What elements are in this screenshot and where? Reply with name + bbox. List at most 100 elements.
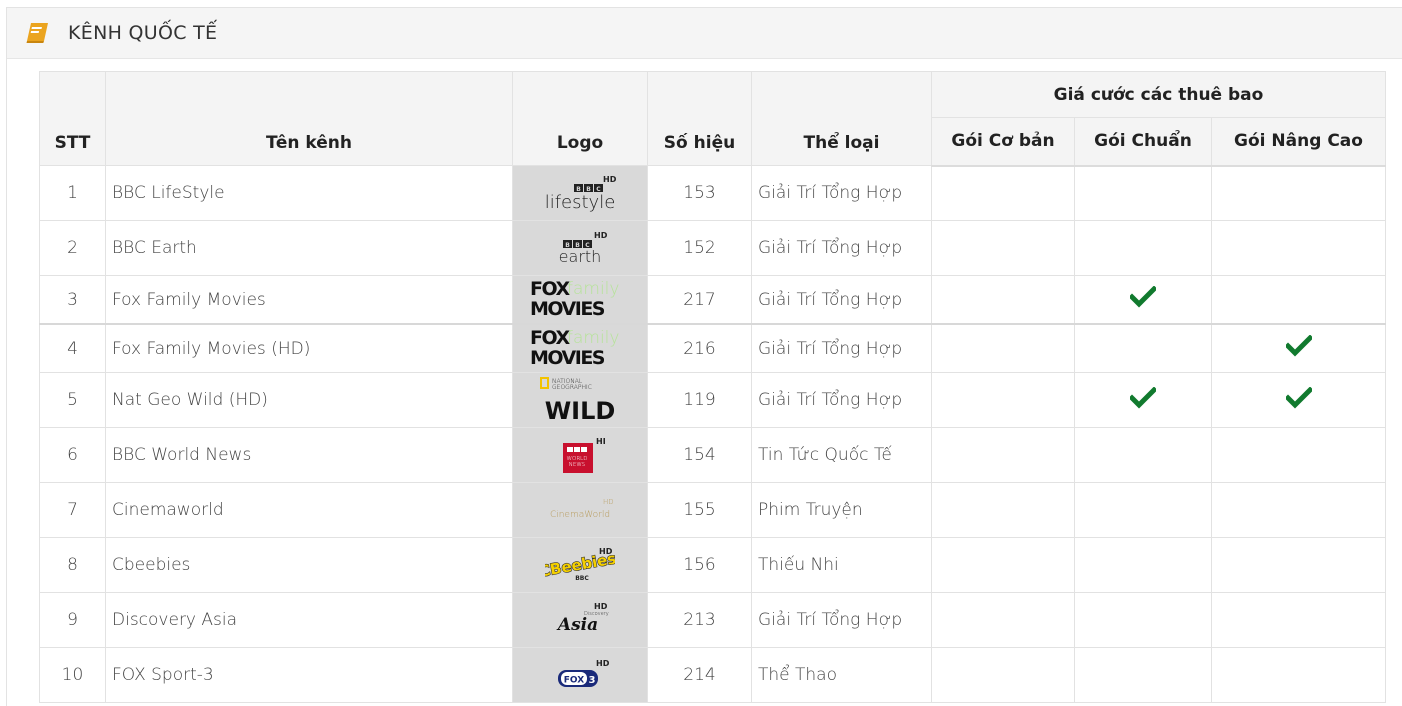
row-logo: HD FOX 3 [512,647,648,703]
svg-text:HD: HD [594,231,608,240]
svg-text:BBC: BBC [575,575,589,582]
svg-text:earth: earth [559,247,602,266]
panel-title: KÊNH QUỐC TẾ [68,22,218,44]
row-genre: Giải Trí Tổng Hợp [751,592,932,648]
row-channel-name: FOX Sport-3 [105,647,513,703]
svg-text:HD: HD [603,175,617,184]
row-channel-name: Discovery Asia [105,592,513,648]
check-icon [1285,335,1312,357]
table-row: 4 Fox Family Movies (HD) FOX family MOVI… [39,323,1386,373]
row-genre: Thiếu Nhi [751,537,932,593]
svg-text:Asia: Asia [556,615,598,635]
svg-text:MOVIES: MOVIES [530,298,605,319]
book-icon [26,23,48,43]
fox-sport-3-logo: HD FOX 3 [513,648,647,702]
row-basic-package [931,220,1075,276]
row-advanced-package [1211,323,1386,373]
row-channel-number: 152 [647,220,752,276]
row-advanced-package [1211,592,1386,648]
row-channel-number: 216 [647,323,752,373]
svg-text:FOX: FOX [530,327,570,349]
bbc-earth-logo: HD B B C earth [513,221,647,275]
row-channel-name: Cinemaworld [105,482,513,538]
table-row: 9 Discovery Asia HD Discovery Asia 213 G… [39,592,1386,648]
row-genre: Giải Trí Tổng Hợp [751,165,932,221]
row-logo: NATIONAL GEOGRAPHIC WILD [512,372,648,428]
row-standard-package [1074,165,1212,221]
row-advanced-package [1211,275,1386,325]
row-channel-number: 213 [647,592,752,648]
header-genre: Thể loại [751,71,932,166]
row-stt: 9 [39,592,106,648]
svg-text:HD: HD [596,437,605,446]
table-row: 8 Cbeebies HD CBeebies BBC 156 Thiếu Nhi [39,537,1386,593]
row-advanced-package [1211,537,1386,593]
svg-text:HD: HD [596,659,610,668]
svg-text:family: family [567,279,619,299]
row-channel-name: Fox Family Movies [105,275,513,325]
cinemaworld-logo: HD CinemaWorld [513,483,647,537]
row-channel-number: 119 [647,372,752,428]
header-logo: Logo [512,71,648,166]
row-basic-package [931,537,1075,593]
svg-text:CinemaWorld: CinemaWorld [550,510,610,520]
row-logo: FOX family MOVIES [512,323,648,373]
row-stt: 6 [39,427,106,483]
header-basic-package: Gói Cơ bản [931,117,1075,167]
row-channel-name: Nat Geo Wild (HD) [105,372,513,428]
row-genre: Tin Tức Quốc Tế [751,427,932,483]
row-advanced-package [1211,482,1386,538]
table-row: 2 BBC Earth HD B B C earth 152 Giải Trí … [39,220,1386,276]
svg-text:FOX: FOX [530,278,570,300]
row-channel-name: BBC Earth [105,220,513,276]
row-stt: 3 [39,275,106,325]
header-price-group: Giá cước các thuê bao [931,71,1386,118]
row-stt: 8 [39,537,106,593]
bbc-world-news-logo: HD WORLD NEWS [513,428,647,482]
panel-header: KÊNH QUỐC TẾ [7,8,1402,59]
row-logo: FOX family MOVIES [512,275,648,325]
row-basic-package [931,647,1075,703]
row-logo: HD CinemaWorld [512,482,648,538]
row-genre: Giải Trí Tổng Hợp [751,323,932,373]
row-genre: Giải Trí Tổng Hợp [751,372,932,428]
svg-text:HD: HD [603,498,614,506]
table-row: 10 FOX Sport-3 HD FOX 3 214 Thể Thao [39,647,1386,703]
bbc-lifestyle-logo: HD B B C lifestyle [513,166,647,220]
row-standard-package [1074,592,1212,648]
row-logo: HD B B C lifestyle [512,165,648,221]
header-standard-package: Gói Chuẩn [1074,117,1212,167]
row-advanced-package [1211,220,1386,276]
svg-text:FOX: FOX [564,676,584,686]
row-channel-number: 153 [647,165,752,221]
row-basic-package [931,592,1075,648]
check-icon [1130,286,1156,308]
channels-table: STT Tên kênh Logo Số hiệu Thể loại Giá c… [39,71,1386,703]
fox-family-movies-logo: FOX family MOVIES [513,275,647,322]
row-stt: 2 [39,220,106,276]
row-logo: HD WORLD NEWS [512,427,648,483]
header-advanced-package: Gói Nâng Cao [1211,117,1386,167]
row-advanced-package [1211,165,1386,221]
row-advanced-package [1211,647,1386,703]
svg-text:GEOGRAPHIC: GEOGRAPHIC [552,384,592,391]
row-stt: 4 [39,323,106,373]
fox-family-movies-logo: FOX family MOVIES [513,324,647,371]
header-channel-name: Tên kênh [105,71,513,166]
row-basic-package [931,427,1075,483]
nat-geo-wild-logo: NATIONAL GEOGRAPHIC WILD [513,372,647,426]
table-row: 7 Cinemaworld HD CinemaWorld 155 Phim Tr… [39,482,1386,538]
table-row: 3 Fox Family Movies FOX family MOVIES 21… [39,275,1386,325]
cbeebies-logo: HD CBeebies BBC [513,538,647,592]
svg-text:WILD: WILD [545,397,616,423]
row-advanced-package [1211,427,1386,483]
row-basic-package [931,372,1075,428]
row-genre: Thể Thao [751,647,932,703]
row-channel-name: Fox Family Movies (HD) [105,323,513,373]
row-channel-number: 217 [647,275,752,325]
row-channel-name: Cbeebies [105,537,513,593]
row-stt: 7 [39,482,106,538]
row-basic-package [931,275,1075,325]
row-logo: HD Discovery Asia [512,592,648,648]
row-logo: HD CBeebies BBC [512,537,648,593]
